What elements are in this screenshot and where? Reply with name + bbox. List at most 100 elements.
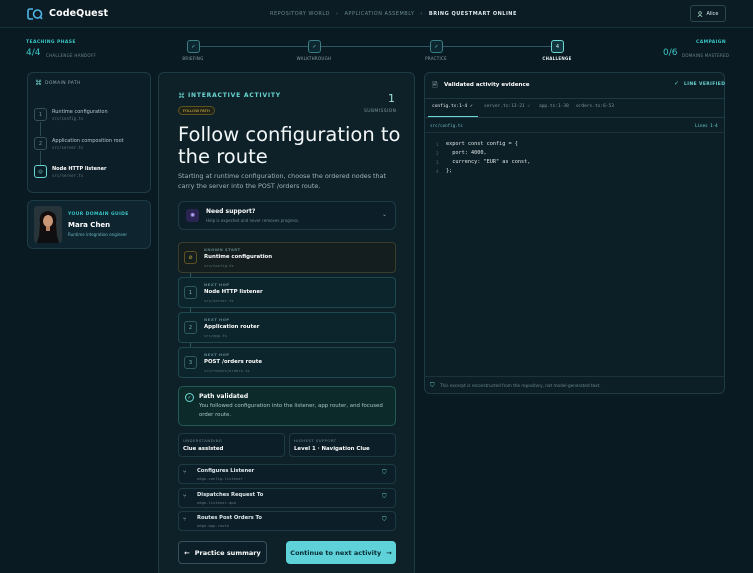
submission-label: SUBMISSION (364, 109, 397, 114)
card-kind: NEXT HOP (204, 317, 230, 322)
arrow-left-icon: ← (184, 548, 190, 557)
line-number: 3 (436, 160, 439, 165)
progress-track (193, 46, 558, 47)
user-menu-button[interactable]: Alice (690, 5, 726, 22)
card-kind: NEXT HOP (204, 282, 230, 287)
check-icon: ✓ (312, 43, 317, 50)
activity-intro: Starting at runtime configuration, choos… (178, 172, 387, 190)
check-icon: ✓ (191, 43, 196, 50)
card-path: src/server.ts (204, 298, 234, 303)
breadcrumb-current: BRING QUESTMART ONLINE (428, 11, 517, 17)
step-label: PRACTICE (425, 56, 447, 61)
node-number: 2 (38, 140, 43, 147)
code-line: port: 4000, (446, 150, 487, 156)
card-kind: KNOWN START (204, 247, 241, 252)
card-path: src/app.ts (204, 333, 227, 338)
activity-item-title: Dispatches Request To (197, 492, 264, 498)
activity-item-sub: edge-config-listener (197, 476, 243, 481)
app-name: CodeQuest (49, 8, 109, 19)
card-path: src/config.ts (204, 263, 234, 268)
activity-item[interactable] (178, 488, 396, 508)
hop-number: 1 (188, 289, 193, 296)
tab-label: config.ts:1-4 (432, 104, 468, 109)
support-title: Need support? (206, 208, 256, 215)
card-kind: NEXT HOP (204, 352, 230, 357)
breadcrumb-item[interactable]: REPOSITORY WORLD (270, 11, 330, 17)
activity-item[interactable] (178, 464, 396, 484)
breadcrumb-separator: › (336, 11, 339, 17)
campaign-sub: DOMAINS MASTERED (682, 53, 730, 58)
guide-name: Mara Chen (68, 221, 111, 229)
stat-label: UNDERSTANDING (183, 438, 223, 443)
code-line: export const config = { (446, 141, 518, 147)
tab-label: app.ts:1-38 (539, 104, 569, 109)
tab-config[interactable]: config.ts:1-4 ✓ (432, 104, 473, 109)
teaching-phase-value: 4/4 (26, 48, 41, 58)
step-label: WALKTHROUGH (296, 56, 332, 61)
activity-label: INTERACTIVE ACTIVITY (188, 92, 281, 99)
chevron-down-icon[interactable]: ⌄ (382, 211, 387, 218)
line-number: 4 (436, 169, 439, 174)
practice-summary-button[interactable]: ← Practice summary (178, 541, 267, 564)
guide-label: YOUR DOMAIN GUIDE (68, 212, 129, 217)
support-subtitle: Help is expected and never removes progr… (206, 218, 300, 223)
card-title: Runtime configuration (204, 254, 273, 260)
activity-item-sub: edge-app-route (197, 523, 230, 528)
check-icon: ✓ (434, 43, 439, 50)
check-circle-icon: ✓ (185, 393, 194, 402)
shield-check-icon: ⛉ (382, 516, 387, 523)
user-icon (698, 10, 703, 17)
activity-item[interactable] (178, 511, 396, 531)
step-challenge[interactable]: 4 (551, 40, 564, 53)
validation-body: You followed configuration into the list… (199, 403, 383, 418)
activity-title: Follow configuration to the route (178, 123, 401, 168)
stat-value: Level 1 · Navigation Clue (294, 446, 370, 452)
node-title[interactable]: Runtime configuration (52, 109, 108, 115)
tab-app[interactable]: app.ts:1-38 (539, 104, 569, 109)
step-briefing[interactable]: ✓ (187, 40, 200, 53)
line-verified-badge: LINE VERIFIED (684, 82, 726, 87)
card-title: Node HTTP listener (204, 289, 263, 295)
evidence-title: Validated activity evidence (444, 82, 530, 88)
need-support-toggle[interactable] (178, 201, 396, 230)
node-path: src/config.ts (52, 116, 84, 121)
hop-number-box: 1 (184, 286, 197, 299)
node-title-active[interactable]: Node HTTP listener (52, 166, 106, 172)
evidence-panel (424, 72, 725, 394)
shield-check-icon: ⛉ (382, 469, 387, 476)
step-practice[interactable]: ✓ (430, 40, 443, 53)
shield-check-icon: ⛉ (382, 493, 387, 500)
node-title[interactable]: Application composition root (52, 138, 124, 144)
breadcrumb-item[interactable]: APPLICATION ASSEMBLY (345, 11, 415, 17)
understanding-stat (178, 433, 285, 457)
node-number: 1 (38, 111, 43, 118)
git-branch-icon: ⑂ (183, 493, 187, 500)
hop-number: 2 (188, 324, 193, 331)
highest-support-stat (289, 433, 396, 457)
node-marker: 2 (34, 137, 47, 150)
teaching-phase-label: TEACHING PHASE (26, 40, 76, 45)
node-path: src/server.ts (52, 173, 84, 178)
tab-orders[interactable]: orders.ts:6-53 (576, 104, 614, 109)
guide-avatar (34, 206, 62, 243)
arrow-right-icon: → (386, 548, 392, 557)
breadcrumb: REPOSITORY WORLD › APPLICATION ASSEMBLY … (270, 11, 517, 17)
code-line: currency: "EUR" as const, (446, 159, 531, 165)
button-label: Continue to next activity (290, 548, 382, 557)
line-range: Lines 1-4 (695, 123, 718, 128)
git-branch-icon: ⑂ (183, 516, 187, 523)
continue-button[interactable]: Continue to next activity → (286, 541, 396, 564)
tab-server[interactable]: server.ts:13-21 ✓ (484, 104, 530, 109)
stat-value: Clue assisted (183, 446, 224, 452)
file-icon: 🗎 (432, 81, 438, 89)
activity-icon: ⌘ (178, 92, 185, 100)
start-icon: ⊘ (184, 251, 197, 264)
node-marker-active: ◎ (34, 165, 47, 178)
domain-path-title: DOMAIN PATH (45, 81, 81, 86)
tab-label: orders.ts:6-53 (576, 104, 614, 109)
file-path: src/config.ts (430, 123, 463, 128)
hop-number: 3 (188, 359, 193, 366)
active-tab-underline (428, 116, 478, 117)
step-walkthrough[interactable]: ✓ (308, 40, 321, 53)
guide-role: Runtime integration engineer (68, 232, 127, 237)
